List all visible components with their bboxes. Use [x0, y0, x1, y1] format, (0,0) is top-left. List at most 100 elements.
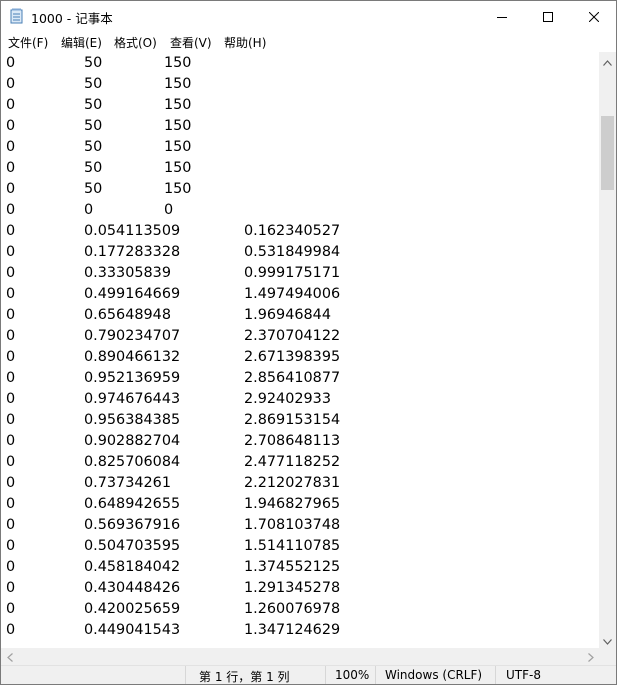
text-value: 0: [6, 412, 16, 428]
text-value: 0: [6, 244, 16, 260]
close-icon: [588, 7, 600, 26]
text-value: 50: [84, 139, 103, 155]
status-separator: [185, 666, 186, 684]
text-editor-area[interactable]: 0 50 150 0 50 150 0 50 150 0 50 150 0 50 150 0 50 150 0 50 1…: [1, 52, 599, 648]
text-value: 0.956384385: [84, 412, 181, 428]
text-value: 1.708103748: [244, 517, 341, 533]
text-value: 0.902882704: [84, 433, 181, 449]
status-line-ending: Windows (CRLF): [385, 668, 483, 682]
scroll-up-button[interactable]: [599, 52, 616, 69]
title-bar[interactable]: 1000 - 记事本: [1, 1, 616, 32]
text-value: 150: [164, 76, 192, 92]
text-value: 0: [84, 202, 94, 218]
vertical-scrollbar[interactable]: [599, 52, 616, 648]
scroll-down-button[interactable]: [599, 631, 616, 648]
text-value: 1.347124629: [244, 622, 341, 638]
text-value: 0.430448426: [84, 580, 181, 596]
text-value: 0: [6, 433, 16, 449]
menu-file[interactable]: 文件(F): [8, 34, 48, 51]
text-value: 0.33305839: [84, 265, 171, 281]
text-value: 0.504703595: [84, 538, 181, 554]
maximize-button[interactable]: [525, 1, 571, 32]
status-encoding: UTF-8: [506, 668, 541, 682]
text-value: 50: [84, 76, 103, 92]
window-title: 1000 - 记事本: [31, 11, 113, 26]
text-value: 2.869153154: [244, 412, 341, 428]
close-button[interactable]: [571, 1, 616, 32]
text-value: 2.477118252: [244, 454, 341, 470]
status-cursor-position: 第 1 行，第 1 列: [199, 670, 290, 684]
minimize-button[interactable]: [479, 1, 525, 32]
text-value: 50: [84, 55, 103, 71]
text-value: 0.420025659: [84, 601, 181, 617]
text-value: 1.514110785: [244, 538, 341, 554]
notepad-window: 1000 - 记事本 文件(F) 编辑(E) 格式(O) 查看(V) 帮助(H)…: [0, 0, 617, 685]
text-value: 0.177283328: [84, 244, 181, 260]
menu-help[interactable]: 帮助(H): [224, 34, 266, 51]
text-value: 2.856410877: [244, 370, 341, 386]
text-value: 150: [164, 55, 192, 71]
text-value: 0.458184042: [84, 559, 181, 575]
text-value: 0: [6, 391, 16, 407]
text-value: 0: [6, 328, 16, 344]
text-value: 0: [6, 475, 16, 491]
text-value: 0.449041543: [84, 622, 181, 638]
text-value: 0: [6, 223, 16, 239]
text-value: 0: [6, 118, 16, 134]
chevron-right-icon: [587, 647, 594, 666]
text-value: 0.790234707: [84, 328, 181, 344]
text-value: 50: [84, 118, 103, 134]
text-value: 0: [6, 454, 16, 470]
chevron-down-icon: [603, 630, 612, 649]
text-value: 0: [6, 349, 16, 365]
text-value: 50: [84, 181, 103, 197]
text-value: 2.370704122: [244, 328, 341, 344]
text-value: 0: [6, 517, 16, 533]
text-value: 1.96946844: [244, 307, 331, 323]
chevron-up-icon: [603, 51, 612, 70]
text-value: 1.946827965: [244, 496, 341, 512]
menu-view[interactable]: 查看(V): [170, 34, 212, 51]
text-value: 0: [6, 97, 16, 113]
text-value: 0: [6, 622, 16, 638]
text-value: 2.92402933: [244, 391, 331, 407]
menu-edit[interactable]: 编辑(E): [61, 34, 102, 51]
text-value: 1.374552125: [244, 559, 341, 575]
text-value: 0.825706084: [84, 454, 181, 470]
text-value: 0.974676443: [84, 391, 181, 407]
vertical-scroll-thumb[interactable]: [601, 116, 614, 190]
text-value: 0.73734261: [84, 475, 171, 491]
text-value: 0.648942655: [84, 496, 181, 512]
notepad-icon: [10, 8, 24, 24]
text-value: 0.952136959: [84, 370, 181, 386]
scroll-left-button[interactable]: [1, 648, 18, 665]
text-value: 0: [164, 202, 174, 218]
horizontal-scrollbar[interactable]: [1, 648, 599, 665]
text-value: 0: [6, 559, 16, 575]
text-value: 0: [6, 370, 16, 386]
maximize-icon: [543, 7, 553, 26]
text-value: 150: [164, 160, 192, 176]
text-value: 0: [6, 76, 16, 92]
text-value: 1.291345278: [244, 580, 341, 596]
text-value: 0.162340527: [244, 223, 341, 239]
text-value: 150: [164, 181, 192, 197]
menu-format[interactable]: 格式(O): [114, 34, 157, 51]
text-value: 0: [6, 265, 16, 281]
text-value: 0: [6, 160, 16, 176]
status-zoom: 100%: [335, 668, 370, 682]
text-value: 1.260076978: [244, 601, 341, 617]
text-value: 0.569367916: [84, 517, 181, 533]
text-value: 0: [6, 307, 16, 323]
text-value: 0: [6, 286, 16, 302]
text-value: 2.212027831: [244, 475, 341, 491]
text-value: 2.708648113: [244, 433, 341, 449]
scroll-right-button[interactable]: [582, 648, 599, 665]
text-value: 50: [84, 160, 103, 176]
status-separator: [375, 666, 376, 684]
text-value: 0.054113509: [84, 223, 181, 239]
text-value: 0.999175171: [244, 265, 341, 281]
text-value: 150: [164, 139, 192, 155]
status-separator: [325, 666, 326, 684]
text-value: 0.499164669: [84, 286, 181, 302]
